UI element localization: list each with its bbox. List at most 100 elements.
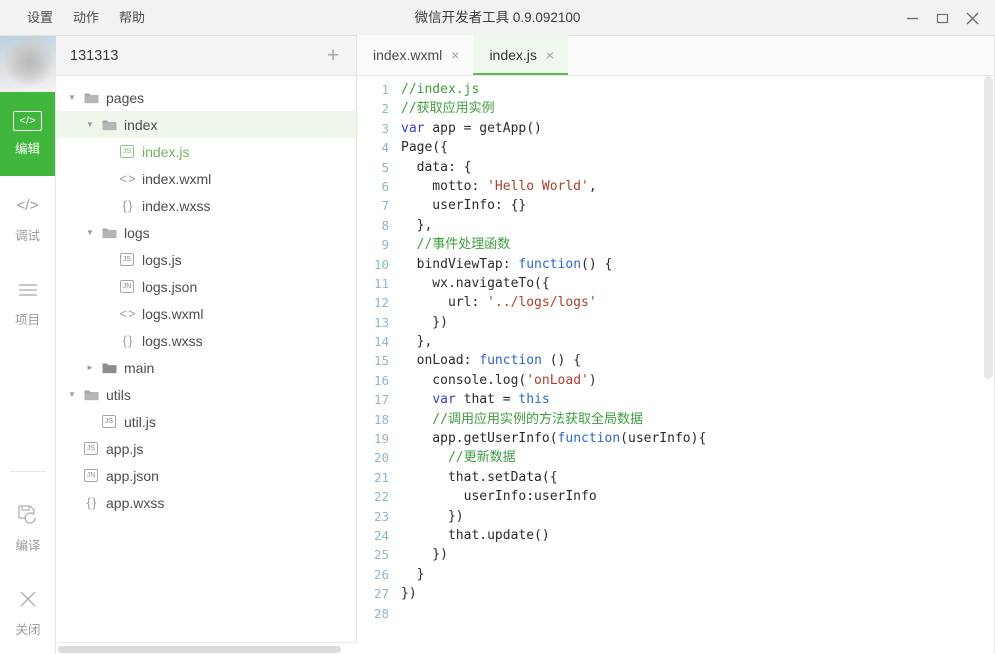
code-line-text: var that = this <box>401 390 550 409</box>
code-token-ctext: Page({ <box>401 140 448 155</box>
tree-file[interactable]: JSlogs.js <box>56 246 356 273</box>
code-line[interactable]: 25 }) <box>357 545 995 564</box>
rail-item-编译[interactable]: 编译 <box>0 486 56 570</box>
code-line[interactable]: 5 data: { <box>357 158 995 177</box>
tree-folder[interactable]: ► main <box>56 354 356 381</box>
code-token-ctext: }, <box>401 334 432 349</box>
chevron-down-icon[interactable]: ▼ <box>64 390 80 399</box>
chevron-right-icon[interactable]: ► <box>82 363 98 372</box>
code-line[interactable]: 12 url: '../logs/logs' <box>357 293 995 312</box>
code-line-text: } <box>401 565 424 584</box>
explorer-scroll-thumb[interactable] <box>58 646 341 653</box>
editor-tab-index.wxml[interactable]: index.wxml× <box>357 35 473 75</box>
rail-item-项目[interactable]: 项目 <box>0 260 55 344</box>
tree-item-label: logs <box>120 225 150 241</box>
code-line[interactable]: 21 that.setData({ <box>357 468 995 487</box>
code-token-ctext: onLoad: <box>401 353 479 368</box>
tree-folder[interactable]: ▼index <box>56 111 356 138</box>
file-explorer: 131313 + ▼pages▼indexJSindex.js< >index.… <box>56 36 357 654</box>
menu-help[interactable]: 帮助 <box>109 0 155 36</box>
tree-file[interactable]: JNlogs.json <box>56 273 356 300</box>
menu-actions[interactable]: 动作 <box>63 0 109 36</box>
code-line[interactable]: 3var app = getApp() <box>357 119 995 138</box>
code-token-ctext: app = getApp() <box>424 121 541 136</box>
editor-scroll-thumb[interactable] <box>984 76 993 379</box>
tree-file[interactable]: JSindex.js <box>56 138 356 165</box>
add-file-button[interactable]: + <box>322 45 344 67</box>
tree-file[interactable]: { }app.wxss <box>56 489 356 516</box>
line-number: 17 <box>357 390 401 409</box>
tree-folder[interactable]: ▼ pages <box>56 84 356 111</box>
code-token-ctext: (userInfo){ <box>620 431 706 446</box>
code-line[interactable]: 10 bindViewTap: function() { <box>357 255 995 274</box>
code-line-text: bindViewTap: function() { <box>401 255 612 274</box>
code-line[interactable]: 6 motto: 'Hello World', <box>357 177 995 196</box>
code-line[interactable]: 17 var that = this <box>357 390 995 409</box>
code-token-str: 'onLoad' <box>526 373 589 388</box>
chevron-down-icon[interactable]: ▼ <box>64 93 80 102</box>
code-line[interactable]: 13 }) <box>357 313 995 332</box>
close-icon[interactable] <box>957 3 987 33</box>
chevron-down-icon[interactable]: ▼ <box>82 228 98 237</box>
code-token-ctext: } <box>401 567 424 582</box>
code-line[interactable]: 22 userInfo:userInfo <box>357 487 995 506</box>
avatar[interactable] <box>0 36 56 92</box>
code-line-text: }) <box>401 313 448 332</box>
code-line[interactable]: 9 //事件处理函数 <box>357 235 995 254</box>
code-line[interactable]: 26 } <box>357 565 995 584</box>
tree-file[interactable]: < >logs.wxml <box>56 300 356 327</box>
line-number: 26 <box>357 565 401 584</box>
tree-file[interactable]: JSapp.js <box>56 435 356 462</box>
rail-item-调试[interactable]: </>调试 <box>0 176 55 260</box>
code-line[interactable]: 23 }) <box>357 507 995 526</box>
code-line[interactable]: 16 console.log('onLoad') <box>357 371 995 390</box>
rail-item-关闭[interactable]: 关闭 <box>0 570 56 654</box>
code-line-text: var app = getApp() <box>401 119 542 138</box>
line-number: 27 <box>357 584 401 603</box>
tree-folder[interactable]: ▼ logs <box>56 219 356 246</box>
maximize-icon[interactable] <box>927 3 957 33</box>
code-line[interactable]: 28 <box>357 604 995 623</box>
code-line[interactable]: 1//index.js <box>357 80 995 99</box>
code-lines[interactable]: 1//index.js2//获取应用实例3var app = getApp()4… <box>357 76 995 623</box>
explorer-horizontal-scrollbar[interactable] <box>56 642 357 654</box>
code-line-text: //更新数据 <box>401 448 516 467</box>
chevron-down-icon[interactable]: ▼ <box>82 120 98 129</box>
tab-close-icon[interactable]: × <box>451 48 459 62</box>
editor-tabbar: index.wxml×index.js× <box>357 36 995 76</box>
tree-file[interactable]: { }logs.wxss <box>56 327 356 354</box>
code-token-ctext: wx.navigateTo({ <box>401 276 550 291</box>
code-token-ctext: that.update() <box>401 528 550 543</box>
code-line[interactable]: 14 }, <box>357 332 995 351</box>
menu-settings[interactable]: 设置 <box>17 0 63 36</box>
code-line[interactable]: 18 //调用应用实例的方法获取全局数据 <box>357 410 995 429</box>
tree-folder[interactable]: ▼utils <box>56 381 356 408</box>
editor-tab-index.js[interactable]: index.js× <box>473 35 568 75</box>
line-number: 6 <box>357 177 401 196</box>
rail-item-编辑[interactable]: </>编辑 <box>0 92 55 176</box>
code-line[interactable]: 2//获取应用实例 <box>357 99 995 118</box>
code-area[interactable]: 1//index.js2//获取应用实例3var app = getApp()4… <box>357 76 995 654</box>
tree-item-label: main <box>120 360 154 376</box>
tree-file[interactable]: < >index.wxml <box>56 165 356 192</box>
compile-refresh-icon <box>16 502 40 528</box>
js-file-icon: JS <box>116 145 138 158</box>
tab-close-icon[interactable]: × <box>546 48 554 62</box>
code-line[interactable]: 27}) <box>357 584 995 603</box>
line-number: 14 <box>357 332 401 351</box>
code-line[interactable]: 15 onLoad: function () { <box>357 351 995 370</box>
tree-file[interactable]: JSutil.js <box>56 408 356 435</box>
code-line[interactable]: 11 wx.navigateTo({ <box>357 274 995 293</box>
code-line[interactable]: 20 //更新数据 <box>357 448 995 467</box>
code-line[interactable]: 7 userInfo: {} <box>357 196 995 215</box>
tree-file[interactable]: { }index.wxss <box>56 192 356 219</box>
code-line[interactable]: 4Page({ <box>357 138 995 157</box>
code-line[interactable]: 8 }, <box>357 216 995 235</box>
tree-file[interactable]: JNapp.json <box>56 462 356 489</box>
tree-item-label: pages <box>102 90 144 106</box>
code-line[interactable]: 24 that.update() <box>357 526 995 545</box>
code-token-cmt: //index.js <box>401 82 479 97</box>
code-line[interactable]: 19 app.getUserInfo(function(userInfo){ <box>357 429 995 448</box>
rail-item-label: 关闭 <box>15 619 40 638</box>
minimize-icon[interactable] <box>897 3 927 33</box>
